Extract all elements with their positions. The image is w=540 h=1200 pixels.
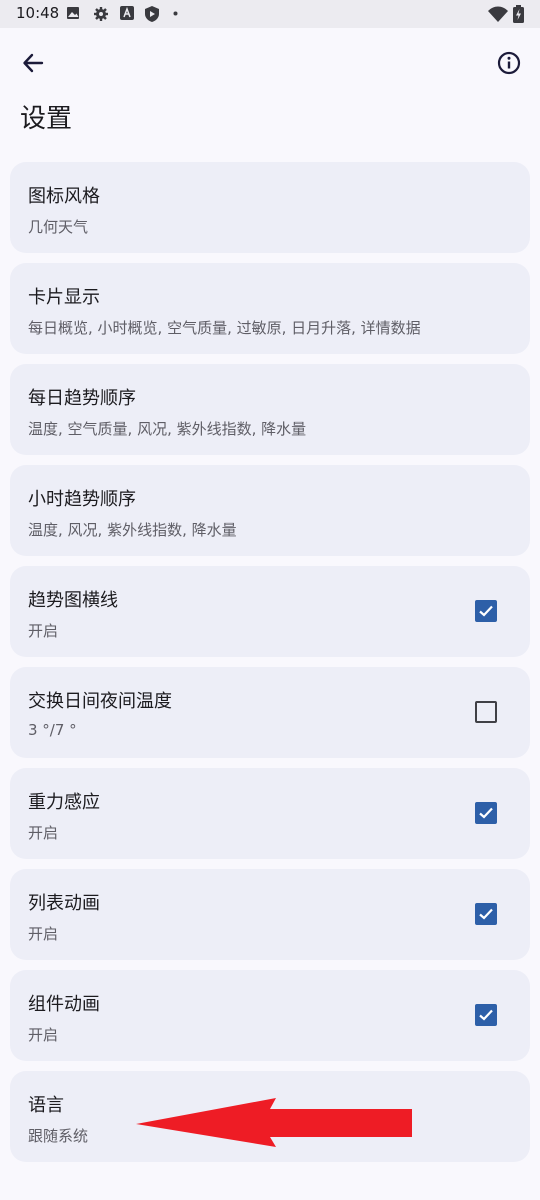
setting-trend-horizontal-line[interactable]: 趋势图横线 开启 [10,566,530,657]
check-icon [479,807,493,819]
checkbox-checked[interactable] [475,903,497,925]
setting-title: 图标风格 [28,186,100,207]
setting-list-animation[interactable]: 列表动画 开启 [10,869,530,960]
setting-title: 每日趋势顺序 [28,388,136,409]
check-icon [479,605,493,617]
info-button[interactable] [489,43,529,83]
shield-icon [145,6,159,22]
page-title: 设置 [20,104,73,134]
setting-title: 重力感应 [28,792,100,813]
setting-value: 开启 [28,824,59,842]
check-icon [479,908,493,920]
checkbox-checked[interactable] [475,600,497,622]
setting-title: 交换日间夜间温度 [28,691,172,712]
setting-value: 开启 [28,622,59,640]
setting-icon-style[interactable]: 图标风格 几何天气 [10,162,530,253]
arrow-back-icon [23,53,44,73]
setting-title: 列表动画 [28,893,100,914]
battery-icon [513,5,524,23]
setting-title: 趋势图横线 [28,590,118,611]
status-time: 10:48 [16,4,60,22]
setting-title: 小时趋势顺序 [28,489,136,510]
setting-value: 温度, 风况, 紫外线指数, 降水量 [28,521,237,539]
info-icon [497,51,521,75]
status-bar: 10:48 [0,0,540,28]
setting-value: 开启 [28,1026,59,1044]
setting-title: 卡片显示 [28,287,100,308]
setting-widget-animation[interactable]: 组件动画 开启 [10,970,530,1061]
notification-dot-icon [173,11,178,16]
back-button[interactable] [13,43,53,83]
gear-icon [94,7,108,21]
setting-title: 语言 [28,1095,64,1116]
setting-hourly-trend-order[interactable]: 小时趋势顺序 温度, 风况, 紫外线指数, 降水量 [10,465,530,556]
annotation-arrow-icon [136,1098,412,1147]
setting-value: 温度, 空气质量, 风况, 紫外线指数, 降水量 [28,420,307,438]
font-icon [120,6,134,20]
wifi-icon [488,6,508,22]
checkbox-checked[interactable] [475,1004,497,1026]
setting-title: 组件动画 [28,994,100,1015]
checkbox-unchecked[interactable] [475,701,497,723]
check-icon [479,1009,493,1021]
checkbox-checked[interactable] [475,802,497,824]
setting-gravity-sensor[interactable]: 重力感应 开启 [10,768,530,859]
setting-value: 3 °/7 ° [28,721,77,739]
setting-daily-trend-order[interactable]: 每日趋势顺序 温度, 空气质量, 风况, 紫外线指数, 降水量 [10,364,530,455]
setting-value: 跟随系统 [28,1127,89,1145]
setting-card-display[interactable]: 卡片显示 每日概览, 小时概览, 空气质量, 过敏原, 日月升落, 详情数据 [10,263,530,354]
setting-value: 每日概览, 小时概览, 空气质量, 过敏原, 日月升落, 详情数据 [28,319,421,337]
setting-value: 几何天气 [28,218,89,236]
setting-swap-day-night-temp[interactable]: 交换日间夜间温度 3 °/7 ° [10,667,530,758]
gallery-icon [67,7,79,19]
setting-value: 开启 [28,925,59,943]
